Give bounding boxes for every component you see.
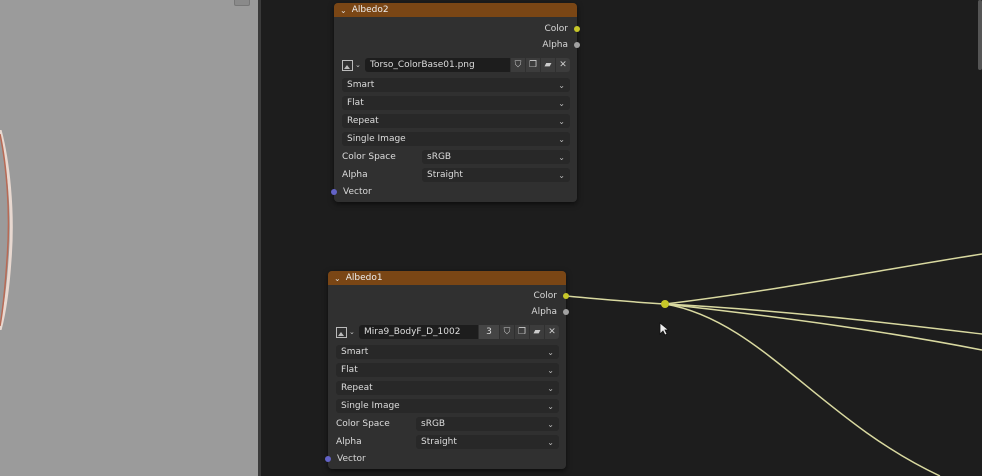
folder-icon[interactable]: ▰ (541, 58, 555, 72)
vector-input-socket[interactable] (331, 189, 337, 195)
chevron-down-icon: ⌄ (558, 80, 565, 90)
mouse-cursor-icon (659, 322, 669, 336)
image-type-icon[interactable]: ⌄ (336, 325, 356, 339)
node-title: Albedo1 (345, 273, 383, 283)
shield-icon[interactable]: ⛉ (511, 58, 525, 72)
image-name-field[interactable]: Torso_ColorBase01.png (365, 58, 510, 72)
alpha-label: Alpha (342, 170, 368, 180)
extension-dropdown[interactable]: Repeat ⌄ (336, 381, 559, 395)
color-space-label: Color Space (342, 152, 396, 162)
folder-icon[interactable]: ▰ (530, 325, 544, 339)
alpha-dropdown[interactable]: Straight ⌄ (416, 435, 559, 449)
chevron-down-icon: ⌄ (558, 134, 565, 144)
duplicate-icon[interactable]: ❐ (526, 58, 540, 72)
viewport-gizmo-icon[interactable] (234, 0, 250, 6)
alpha-row: Alpha Straight ⌄ (342, 168, 570, 182)
color-output-socket[interactable] (563, 293, 569, 299)
node-title: Albedo2 (351, 5, 389, 15)
alpha-output-socket[interactable] (563, 309, 569, 315)
chevron-down-icon: ⌄ (547, 419, 554, 429)
editor-scrollbar[interactable] (978, 0, 982, 70)
shield-icon[interactable]: ⛉ (500, 325, 514, 339)
input-vector: Vector (331, 184, 577, 200)
interpolation-dropdown[interactable]: Smart ⌄ (336, 345, 559, 359)
chevron-down-icon: ⌄ (547, 383, 554, 393)
projection-dropdown[interactable]: Flat ⌄ (342, 96, 570, 110)
collapse-chevron-icon[interactable]: ⌄ (340, 6, 347, 15)
vector-input-socket[interactable] (325, 456, 331, 462)
color-space-row: Color Space sRGB ⌄ (342, 150, 570, 164)
color-output-socket[interactable] (574, 26, 580, 32)
interpolation-dropdown[interactable]: Smart ⌄ (342, 78, 570, 92)
chevron-down-icon: ⌄ (547, 437, 554, 447)
output-color: Color (334, 21, 580, 37)
image-type-icon[interactable]: ⌄ (342, 58, 362, 72)
close-icon[interactable]: ✕ (545, 325, 559, 339)
chevron-down-icon: ⌄ (547, 347, 554, 357)
output-alpha: Alpha (328, 304, 569, 320)
model-edge (0, 130, 13, 330)
collapse-chevron-icon[interactable]: ⌄ (334, 274, 341, 283)
user-count[interactable]: 3 (479, 325, 499, 339)
alpha-label: Alpha (336, 437, 362, 447)
input-vector: Vector (325, 451, 566, 467)
close-icon[interactable]: ✕ (556, 58, 570, 72)
image-texture-node-albedo2[interactable]: ⌄ Albedo2 Color Alpha ⌄ Torso_ColorBase0… (331, 3, 580, 202)
chevron-down-icon: ⌄ (558, 152, 565, 162)
3d-viewport[interactable] (0, 0, 258, 476)
image-selector: ⌄ Torso_ColorBase01.png ⛉ ❐ ▰ ✕ (342, 56, 570, 74)
alpha-row: Alpha Straight ⌄ (336, 435, 559, 449)
image-name-field[interactable]: Mira9_BodyF_D_1002 (359, 325, 478, 339)
chevron-down-icon: ⌄ (558, 98, 565, 108)
chevron-down-icon: ⌄ (547, 365, 554, 375)
source-dropdown[interactable]: Single Image ⌄ (336, 399, 559, 413)
projection-dropdown[interactable]: Flat ⌄ (336, 363, 559, 377)
output-color: Color (328, 288, 569, 304)
chevron-down-icon: ⌄ (547, 401, 554, 411)
color-space-label: Color Space (336, 419, 390, 429)
color-space-dropdown[interactable]: sRGB ⌄ (416, 417, 559, 431)
duplicate-icon[interactable]: ❐ (515, 325, 529, 339)
node-header[interactable]: ⌄ Albedo2 (334, 3, 577, 17)
color-space-row: Color Space sRGB ⌄ (336, 417, 559, 431)
image-selector: ⌄ Mira9_BodyF_D_1002 3 ⛉ ❐ ▰ ✕ (336, 323, 559, 341)
alpha-output-socket[interactable] (574, 42, 580, 48)
chevron-down-icon: ⌄ (558, 170, 565, 180)
node-header[interactable]: ⌄ Albedo1 (328, 271, 566, 285)
extension-dropdown[interactable]: Repeat ⌄ (342, 114, 570, 128)
chevron-down-icon: ⌄ (558, 116, 565, 126)
source-dropdown[interactable]: Single Image ⌄ (342, 132, 570, 146)
alpha-dropdown[interactable]: Straight ⌄ (422, 168, 570, 182)
color-space-dropdown[interactable]: sRGB ⌄ (422, 150, 570, 164)
image-texture-node-albedo1[interactable]: ⌄ Albedo1 Color Alpha ⌄ Mira9_BodyF_D_10… (325, 271, 569, 469)
output-alpha: Alpha (334, 37, 580, 53)
